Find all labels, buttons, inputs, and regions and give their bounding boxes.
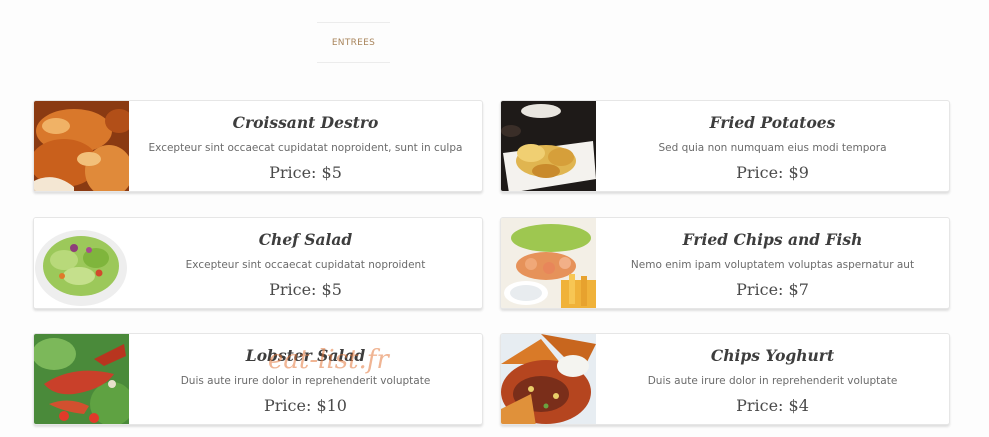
- menu-card[interactable]: Chips Yoghurt Duis aute irure dolor in r…: [500, 333, 950, 425]
- item-description: Excepteur sint occaecat cupidatat noproi…: [185, 259, 426, 271]
- item-title: Chips Yoghurt: [710, 346, 835, 365]
- item-price: Price: $9: [736, 163, 809, 182]
- item-price: Price: $4: [736, 396, 809, 415]
- fried-potatoes-image: [501, 101, 596, 191]
- item-price: Price: $10: [264, 396, 347, 415]
- lobster-salad-image: [34, 334, 129, 424]
- item-description: Sed quia non numquam eius modi tempora: [658, 142, 887, 154]
- croissant-image: [34, 101, 129, 191]
- menu-card[interactable]: Lobster Salad Duis aute irure dolor in r…: [33, 333, 483, 425]
- menu-card[interactable]: Fried Chips and Fish Nemo enim ipam volu…: [500, 217, 950, 309]
- item-title: Chef Salad: [258, 230, 353, 249]
- item-price: Price: $7: [736, 280, 809, 299]
- item-price: Price: $5: [269, 163, 342, 182]
- item-title: Lobster Salad: [245, 346, 366, 365]
- chips-yoghurt-image: [501, 334, 596, 424]
- tab-entrees[interactable]: ENTREES: [317, 22, 390, 63]
- item-title: Fried Potatoes: [709, 113, 836, 132]
- chips-and-fish-image: [501, 218, 596, 308]
- menu-card[interactable]: Fried Potatoes Sed quia non numquam eius…: [500, 100, 950, 192]
- item-title: Fried Chips and Fish: [682, 230, 863, 249]
- item-title: Croissant Destro: [232, 113, 379, 132]
- item-description: Excepteur sint occaecat cupidatat noproi…: [148, 142, 463, 154]
- menu-card[interactable]: Croissant Destro Excepteur sint occaecat…: [33, 100, 483, 192]
- item-description: Duis aute irure dolor in reprehenderit v…: [647, 375, 898, 387]
- item-description: Duis aute irure dolor in reprehenderit v…: [180, 375, 431, 387]
- menu-card[interactable]: Chef Salad Excepteur sint occaecat cupid…: [33, 217, 483, 309]
- item-description: Nemo enim ipam voluptatem voluptas asper…: [630, 259, 915, 271]
- item-price: Price: $5: [269, 280, 342, 299]
- chef-salad-image: [34, 218, 129, 308]
